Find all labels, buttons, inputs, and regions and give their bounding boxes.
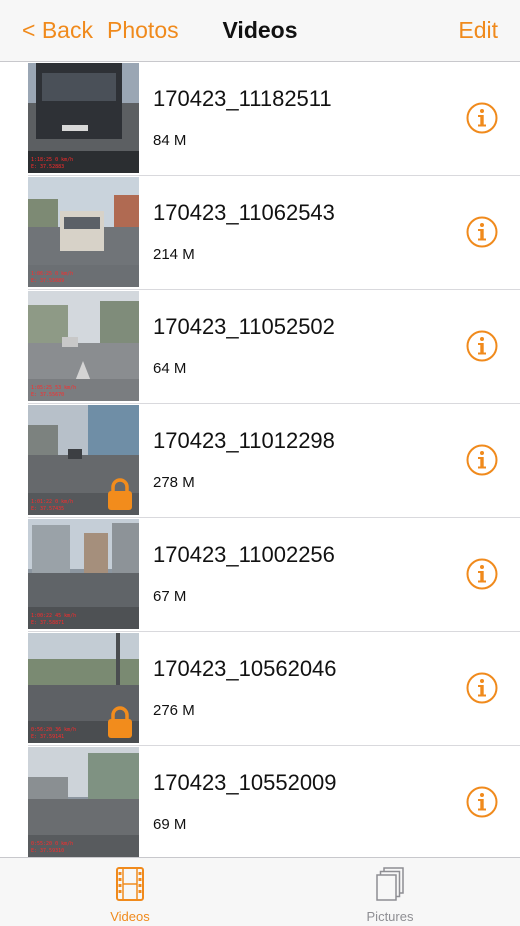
info-circle-icon[interactable]	[466, 786, 498, 818]
video-thumbnail[interactable]: 1:06:25 0 km/h E: 37.55089	[28, 177, 139, 287]
svg-text:1:01:22 0 km/h: 1:01:22 0 km/h	[31, 499, 73, 505]
video-size: 214 M	[153, 246, 195, 263]
tab-pictures-label: Pictures	[366, 909, 414, 924]
tab-videos[interactable]: Videos	[0, 858, 260, 926]
svg-text:1:00:22 45 km/h: 1:00:22 45 km/h	[31, 613, 76, 619]
svg-text:E: 37.57435: E: 37.57435	[31, 506, 64, 512]
video-size: 278 M	[153, 474, 195, 491]
svg-text:E: 37.59141: E: 37.59141	[31, 734, 64, 740]
video-thumbnail[interactable]: 0:56:20 36 km/h E: 37.59141	[28, 633, 139, 743]
svg-text:0:56:20 36 km/h: 0:56:20 36 km/h	[31, 727, 76, 733]
svg-text:E: 37.55089: E: 37.55089	[31, 278, 64, 284]
info-circle-icon[interactable]	[466, 672, 498, 704]
video-name: 170423_11052502	[153, 314, 335, 339]
edit-button[interactable]: Edit	[458, 17, 498, 44]
video-thumbnail[interactable]: 1:01:22 0 km/h E: 37.57435	[28, 405, 139, 515]
video-size: 276 M	[153, 702, 195, 719]
video-row[interactable]: 1:00:22 45 km/h E: 37.58871 170423_11002…	[0, 518, 520, 632]
svg-text:E: 37.55670: E: 37.55670	[31, 392, 64, 398]
tab-pictures[interactable]: Pictures	[260, 858, 520, 926]
info-circle-icon[interactable]	[466, 216, 498, 248]
lock-icon	[108, 478, 132, 510]
video-name: 170423_11182511	[153, 86, 332, 111]
photo-stack-icon	[376, 867, 404, 901]
info-circle-icon[interactable]	[466, 330, 498, 362]
video-name: 170423_11012298	[153, 428, 335, 453]
video-row[interactable]: 1:01:22 0 km/h E: 37.57435 170423_110122…	[0, 404, 520, 518]
video-row[interactable]: 0:56:20 36 km/h E: 37.59141 170423_10562…	[0, 632, 520, 746]
video-name: 170423_10562046	[153, 656, 337, 681]
svg-text:E: 37.52883: E: 37.52883	[31, 164, 64, 170]
video-thumbnail[interactable]: 1:00:22 45 km/h E: 37.58871	[28, 519, 139, 629]
svg-text:E: 37.58871: E: 37.58871	[31, 620, 64, 626]
video-name: 170423_11062543	[153, 200, 335, 225]
svg-text:1:06:25 0 km/h: 1:06:25 0 km/h	[31, 271, 73, 277]
video-thumbnail[interactable]: 0:55:20 0 km/h E: 37.59310	[28, 747, 139, 857]
svg-text:E: 37.59310: E: 37.59310	[31, 848, 64, 854]
video-name: 170423_10552009	[153, 770, 337, 795]
video-name: 170423_11002256	[153, 542, 335, 567]
svg-text:0:55:20 0 km/h: 0:55:20 0 km/h	[31, 841, 73, 847]
video-row[interactable]: 1:05:25 53 km/h E: 37.55670 170423_11052…	[0, 290, 520, 404]
tab-videos-label: Videos	[110, 909, 150, 924]
video-size: 69 M	[153, 816, 187, 833]
video-size: 64 M	[153, 360, 187, 377]
video-size: 84 M	[153, 132, 187, 149]
video-row[interactable]: 0:55:20 0 km/h E: 37.59310 170423_105520…	[0, 746, 520, 857]
tab-bar: Videos Pictures	[0, 857, 520, 926]
info-circle-icon[interactable]	[466, 558, 498, 590]
lock-icon	[108, 706, 132, 738]
video-thumbnail[interactable]: 1:18:25 0 km/h E: 37.52883	[28, 63, 139, 173]
video-thumbnail[interactable]: 1:05:25 53 km/h E: 37.55670	[28, 291, 139, 401]
video-row[interactable]: 1:06:25 0 km/h E: 37.55089 170423_110625…	[0, 176, 520, 290]
svg-text:1:05:25 53 km/h: 1:05:25 53 km/h	[31, 385, 76, 391]
video-row[interactable]: 1:18:25 0 km/h E: 37.52883 170423_111825…	[0, 62, 520, 176]
video-list[interactable]: 1:18:25 0 km/h E: 37.52883 170423_111825…	[0, 62, 520, 857]
navigation-bar: < Back Photos Videos Edit	[0, 0, 520, 62]
photos-button[interactable]: Photos	[107, 17, 179, 44]
video-size: 67 M	[153, 588, 187, 605]
info-circle-icon[interactable]	[466, 102, 498, 134]
info-circle-icon[interactable]	[466, 444, 498, 476]
film-strip-icon	[116, 867, 144, 901]
svg-text:1:18:25 0 km/h: 1:18:25 0 km/h	[31, 157, 73, 163]
back-button[interactable]: < Back	[22, 17, 93, 44]
